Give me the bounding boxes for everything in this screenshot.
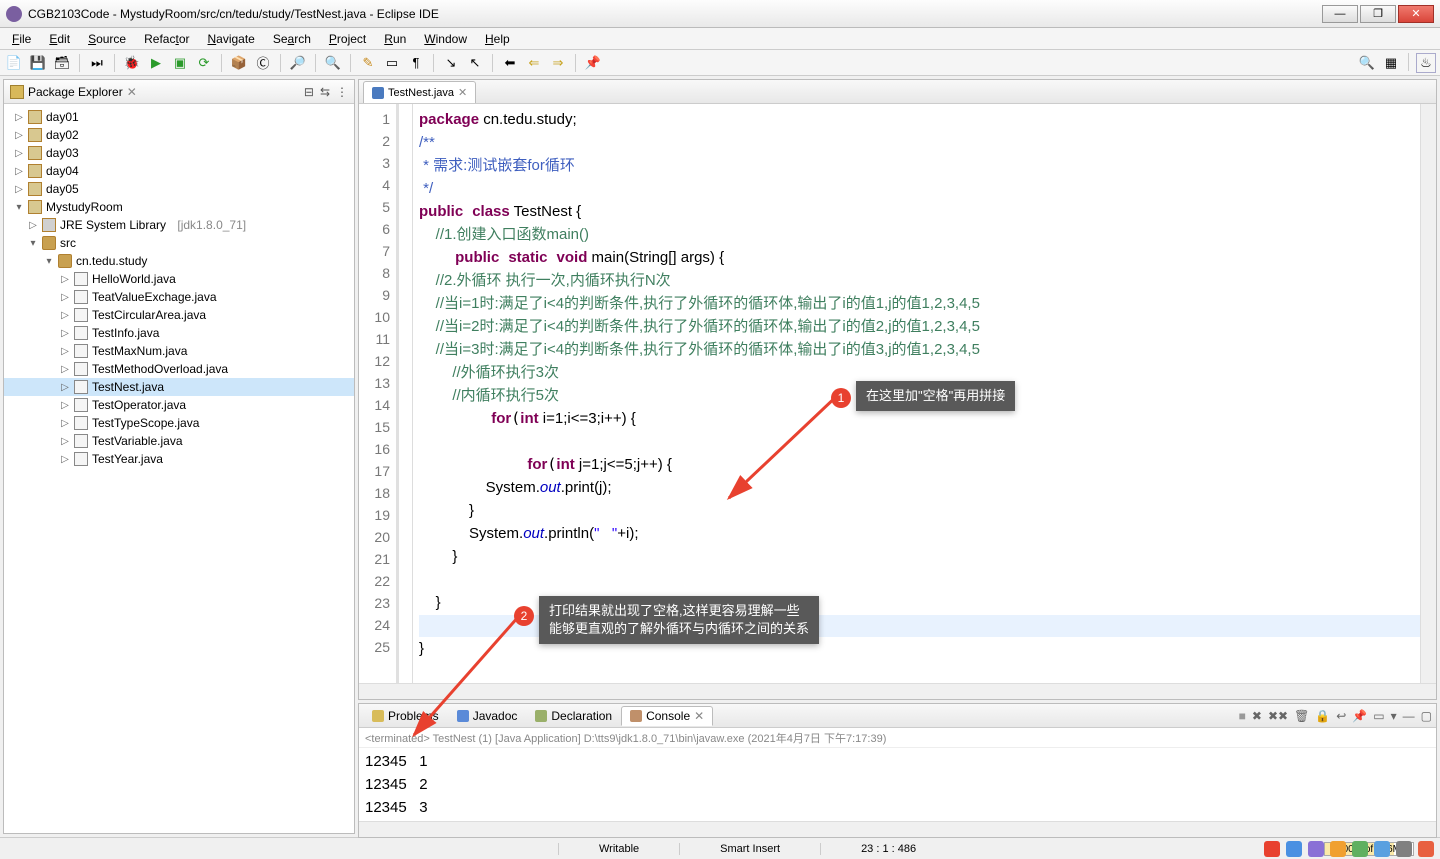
menu-file[interactable]: File (4, 30, 39, 48)
close-button[interactable]: ✕ (1398, 5, 1434, 23)
package-explorer-title: Package Explorer (28, 85, 123, 99)
pin-console-icon[interactable]: 📌 (1352, 709, 1367, 723)
package-explorer-view: Package Explorer ✕ ⊟ ⇆ ⋮ ▷day01 ▷day02 ▷… (3, 79, 355, 834)
open-console-icon[interactable]: ▾ (1391, 709, 1397, 723)
status-bar: Writable Smart Insert 23 : 1 : 486 200M … (0, 837, 1440, 859)
prev-annotation-icon[interactable]: ↖ (465, 53, 485, 73)
editor-area: TestNest.java ✕ 123456789101112131415161… (358, 79, 1437, 700)
back-icon[interactable]: ⇐ (524, 53, 544, 73)
tray-icon[interactable] (1308, 841, 1324, 857)
show-whitespace-icon[interactable]: ¶ (406, 53, 426, 73)
menu-source[interactable]: Source (80, 30, 134, 48)
tab-problems[interactable]: Problems (363, 706, 448, 726)
overview-ruler[interactable] (1420, 104, 1436, 683)
menu-window[interactable]: Window (416, 30, 475, 48)
status-cursor: 23 : 1 : 486 (820, 843, 956, 855)
open-perspective-icon[interactable]: ▦ (1381, 53, 1401, 73)
terminate-icon[interactable]: ■ (1239, 709, 1246, 723)
menu-refactor[interactable]: Refactor (136, 30, 197, 48)
tab-console[interactable]: Console ✕ (621, 706, 713, 726)
debug-icon[interactable]: 🐞 (122, 53, 142, 73)
collapse-all-icon[interactable]: ⊟ (304, 85, 314, 99)
editor-hscroll[interactable] (359, 683, 1436, 699)
tab-javadoc[interactable]: Javadoc (448, 706, 527, 726)
remove-launch-icon[interactable]: ✖ (1252, 709, 1262, 723)
link-editor-icon[interactable]: ⇆ (320, 85, 330, 99)
maximize-button[interactable]: ❐ (1360, 5, 1396, 23)
tab-declaration[interactable]: Declaration (526, 706, 621, 726)
save-icon[interactable]: 💾 (28, 53, 48, 73)
skip-breakpoints-icon[interactable]: ⏭ (87, 53, 107, 73)
status-insert: Smart Insert (679, 843, 820, 855)
tray-icon[interactable] (1352, 841, 1368, 857)
search-icon[interactable]: 🔍 (323, 53, 343, 73)
editor-tab[interactable]: TestNest.java ✕ (363, 81, 476, 103)
toggle-mark-icon[interactable]: ✎ (358, 53, 378, 73)
open-type-icon[interactable]: 🔎 (288, 53, 308, 73)
window-title: CGB2103Code - MystudyRoom/src/cn/tedu/st… (28, 7, 1322, 21)
word-wrap-icon[interactable]: ↩ (1336, 709, 1346, 723)
tray-icon[interactable] (1264, 841, 1280, 857)
title-bar: CGB2103Code - MystudyRoom/src/cn/tedu/st… (0, 0, 1440, 28)
scroll-lock-icon[interactable]: 🔒 (1315, 709, 1330, 723)
minimize-button[interactable]: — (1322, 5, 1358, 23)
new-package-icon[interactable]: 📦 (229, 53, 249, 73)
line-gutter: 1234567891011121314151617181920212223242… (359, 104, 399, 683)
new-class-icon[interactable]: Ⓒ (253, 53, 273, 73)
eclipse-icon (6, 6, 22, 22)
annotation-badge-1: 1 (831, 388, 851, 408)
coverage-icon[interactable]: ▣ (170, 53, 190, 73)
java-file-icon (372, 87, 384, 99)
menu-search[interactable]: Search (265, 30, 319, 48)
clear-console-icon[interactable]: 🗑 (1294, 709, 1309, 723)
annotation-badge-2: 2 (514, 606, 534, 626)
last-edit-icon[interactable]: ⬅ (500, 53, 520, 73)
package-explorer-icon (10, 85, 24, 99)
forward-icon[interactable]: ⇒ (548, 53, 568, 73)
menu-edit[interactable]: Edit (41, 30, 78, 48)
menu-project[interactable]: Project (321, 30, 374, 48)
view-menu-icon[interactable]: ⋮ (336, 85, 348, 99)
remove-all-icon[interactable]: ✖✖ (1268, 709, 1288, 723)
minimize-view-icon[interactable]: — (1403, 709, 1415, 723)
toolbar: 📄 💾 🗃 ⏭ 🐞 ▶ ▣ ⟳ 📦 Ⓒ 🔎 🔍 ✎ ▭ ¶ ↘ ↖ ⬅ ⇐ ⇒ … (0, 50, 1440, 76)
maximize-view-icon[interactable]: ▢ (1421, 709, 1432, 723)
tray-icon[interactable] (1418, 841, 1434, 857)
java-perspective-icon[interactable]: ♨ (1416, 53, 1436, 73)
tray-icon[interactable] (1396, 841, 1412, 857)
save-all-icon[interactable]: 🗃 (52, 53, 72, 73)
system-tray (1258, 839, 1440, 859)
tab-close-icon[interactable]: ✕ (458, 86, 467, 99)
menu-bar: File Edit Source Refactor Navigate Searc… (0, 28, 1440, 50)
tray-icon[interactable] (1374, 841, 1390, 857)
console-hscroll[interactable] (359, 821, 1436, 837)
package-tree[interactable]: ▷day01 ▷day02 ▷day03 ▷day04 ▷day05 ▾Myst… (4, 104, 354, 833)
next-annotation-icon[interactable]: ↘ (441, 53, 461, 73)
editor-tab-label: TestNest.java (388, 87, 454, 99)
annotation-2: 打印结果就出现了空格,这样更容易理解一些 能够更直观的了解外循环与内循环之间的关… (539, 596, 819, 644)
status-writable: Writable (558, 843, 679, 855)
new-icon[interactable]: 📄 (4, 53, 24, 73)
console-output[interactable]: 12345 1 12345 2 12345 3 (359, 748, 1436, 821)
menu-help[interactable]: Help (477, 30, 518, 48)
console-header: <terminated> TestNest (1) [Java Applicat… (359, 728, 1436, 748)
view-close-icon[interactable]: ✕ (127, 85, 137, 99)
bottom-panel: Problems Javadoc Declaration Console ✕ ■… (358, 703, 1437, 838)
tray-icon[interactable] (1330, 841, 1346, 857)
tray-icon[interactable] (1286, 841, 1302, 857)
display-console-icon[interactable]: ▭ (1373, 709, 1384, 723)
pin-icon[interactable]: 📌 (583, 53, 603, 73)
run-icon[interactable]: ▶ (146, 53, 166, 73)
tree-selected: ▷TestNest.java (4, 378, 354, 396)
quick-access-icon[interactable]: 🔍 (1357, 53, 1377, 73)
annotation-1: 在这里加"空格"再用拼接 (856, 381, 1015, 411)
menu-run[interactable]: Run (376, 30, 414, 48)
run-last-icon[interactable]: ⟳ (194, 53, 214, 73)
toggle-block-icon[interactable]: ▭ (382, 53, 402, 73)
menu-navigate[interactable]: Navigate (199, 30, 262, 48)
